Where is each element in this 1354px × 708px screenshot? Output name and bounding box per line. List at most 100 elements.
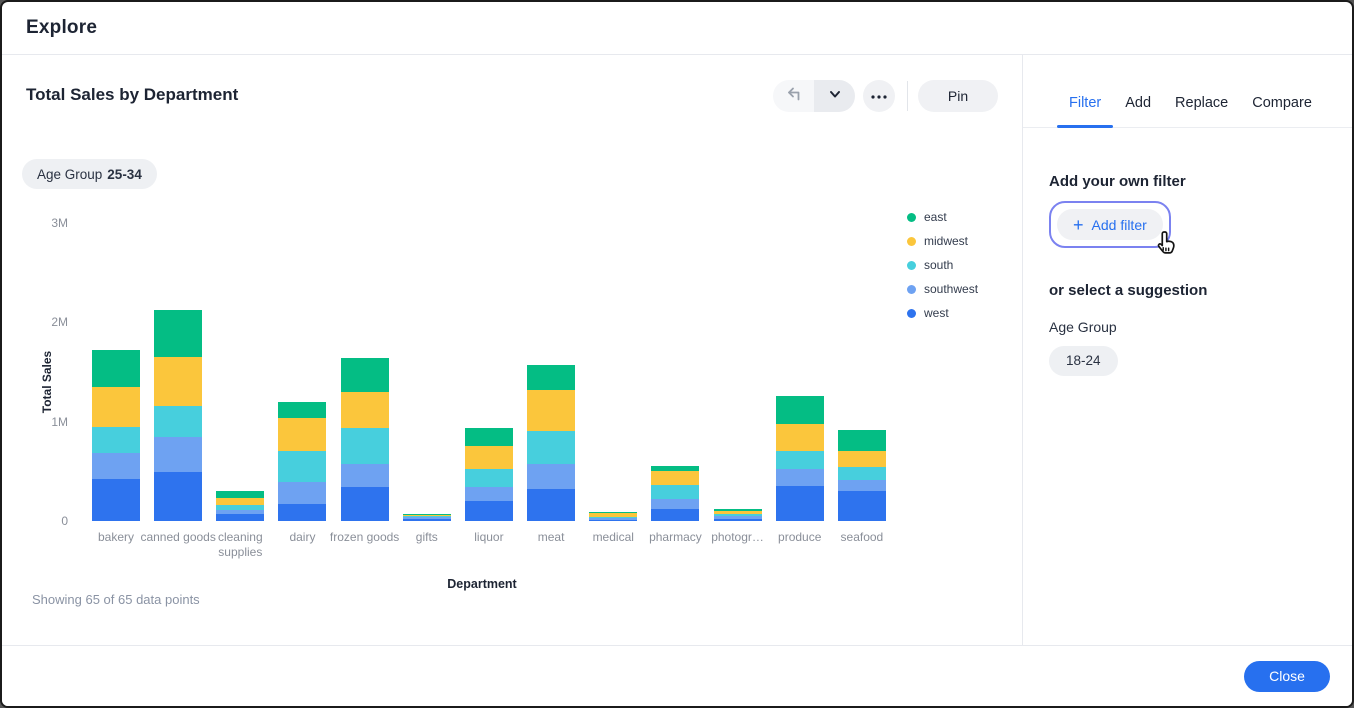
legend-label: east	[924, 210, 947, 224]
bar-segment-east[interactable]	[92, 350, 140, 387]
close-button[interactable]: Close	[1244, 661, 1330, 692]
bar-segment-south[interactable]	[341, 428, 389, 465]
legend-dot	[907, 213, 916, 222]
legend-item-midwest[interactable]: midwest	[907, 229, 978, 253]
bar-segment-west[interactable]	[714, 519, 762, 521]
filter-panel: Filter Add Replace Compare Add your own …	[1022, 55, 1354, 649]
bar-segment-south[interactable]	[838, 467, 886, 480]
legend-label: midwest	[924, 234, 968, 248]
bar-segment-southwest[interactable]	[838, 480, 886, 491]
bar-stack	[465, 428, 513, 521]
bar-segment-south[interactable]	[278, 451, 326, 483]
bar-segment-east[interactable]	[776, 396, 824, 424]
bar-segment-southwest[interactable]	[341, 464, 389, 487]
bar-segment-west[interactable]	[465, 501, 513, 521]
legend-item-west[interactable]: west	[907, 301, 978, 325]
chart-area: Total Sales by Department	[2, 55, 1022, 649]
bar-segment-midwest[interactable]	[465, 446, 513, 470]
bar-segment-southwest[interactable]	[154, 437, 202, 473]
bar-segment-midwest[interactable]	[278, 418, 326, 451]
suggestion-attribute: Age Group	[1049, 319, 1328, 335]
add-filter-button[interactable]: + Add filter	[1057, 209, 1163, 240]
add-filter-focus-ring: + Add filter	[1049, 201, 1171, 248]
bar-stack	[403, 514, 451, 521]
bar-bakery[interactable]: bakery	[92, 223, 140, 521]
bar-segment-south[interactable]	[92, 427, 140, 454]
bar-segment-southwest[interactable]	[465, 487, 513, 501]
bar-segment-midwest[interactable]	[527, 390, 575, 431]
explore-dialog: Explore Total Sales by Department	[0, 0, 1354, 708]
x-tick-label: seafood	[822, 530, 902, 545]
bar-segment-midwest[interactable]	[154, 357, 202, 406]
bar-segment-west[interactable]	[216, 514, 264, 521]
bar-segment-south[interactable]	[465, 469, 513, 487]
bar-segment-southwest[interactable]	[651, 499, 699, 509]
y-tick-label: 2M	[20, 315, 68, 329]
bar-seafood[interactable]: seafood	[838, 223, 886, 521]
add-filter-label: Add filter	[1092, 217, 1147, 233]
bar-segment-midwest[interactable]	[341, 392, 389, 428]
chart-legend: east midwest south southwest west	[907, 205, 978, 325]
bar-segment-south[interactable]	[651, 485, 699, 499]
legend-dot	[907, 261, 916, 270]
bar-segment-west[interactable]	[92, 479, 140, 521]
bar-stack	[216, 491, 264, 521]
bar-segment-midwest[interactable]	[92, 387, 140, 427]
bar-segment-midwest[interactable]	[216, 498, 264, 505]
bar-segment-southwest[interactable]	[92, 453, 140, 479]
bar-segment-west[interactable]	[527, 489, 575, 521]
dialog-header: Explore	[2, 2, 1352, 55]
bar-segment-east[interactable]	[527, 365, 575, 390]
bar-medical[interactable]: medical	[589, 223, 637, 521]
bar-segment-east[interactable]	[465, 428, 513, 446]
bar-produce[interactable]: produce	[776, 223, 824, 521]
bar-segment-south[interactable]	[154, 406, 202, 437]
bar-segment-west[interactable]	[589, 520, 637, 521]
y-tick-label: 3M	[20, 216, 68, 230]
bar-gifts[interactable]: gifts	[403, 223, 451, 521]
suggestion-chip[interactable]: 18-24	[1049, 346, 1118, 376]
tab-compare[interactable]: Compare	[1240, 95, 1324, 127]
bar-frozen-goods[interactable]: frozen goods	[341, 223, 389, 521]
legend-label: southwest	[924, 282, 978, 296]
bar-stack	[838, 430, 886, 521]
bar-pharmacy[interactable]: pharmacy	[651, 223, 699, 521]
bar-segment-east[interactable]	[838, 430, 886, 451]
legend-dot	[907, 309, 916, 318]
tab-add[interactable]: Add	[1113, 95, 1163, 127]
bar-segment-west[interactable]	[651, 509, 699, 521]
bar-meat[interactable]: meat	[527, 223, 575, 521]
bar-segment-west[interactable]	[403, 519, 451, 521]
bar-cleaning-supplies[interactable]: cleaning supplies	[216, 223, 264, 521]
bar-segment-west[interactable]	[838, 491, 886, 521]
legend-item-east[interactable]: east	[907, 205, 978, 229]
bar-segment-west[interactable]	[278, 504, 326, 521]
legend-item-southwest[interactable]: southwest	[907, 277, 978, 301]
bar-segment-east[interactable]	[278, 402, 326, 418]
bar-segment-east[interactable]	[154, 310, 202, 357]
bar-segment-south[interactable]	[527, 431, 575, 465]
bar-stack	[714, 509, 762, 521]
bar-segment-west[interactable]	[341, 487, 389, 521]
bar-segment-west[interactable]	[776, 486, 824, 521]
legend-item-south[interactable]: south	[907, 253, 978, 277]
bar-segment-west[interactable]	[154, 472, 202, 521]
bar-photogr-[interactable]: photogr…	[714, 223, 762, 521]
bar-liquor[interactable]: liquor	[465, 223, 513, 521]
tab-filter[interactable]: Filter	[1057, 95, 1113, 127]
bar-dairy[interactable]: dairy	[278, 223, 326, 521]
bar-segment-midwest[interactable]	[838, 451, 886, 468]
bar-segment-southwest[interactable]	[527, 464, 575, 489]
bar-segment-midwest[interactable]	[651, 471, 699, 485]
panel-tabs: Filter Add Replace Compare	[1023, 55, 1354, 128]
bar-segment-southwest[interactable]	[776, 469, 824, 486]
bar-segment-midwest[interactable]	[776, 424, 824, 451]
bar-segment-southwest[interactable]	[278, 482, 326, 504]
legend-dot	[907, 285, 916, 294]
bar-canned-goods[interactable]: canned goods	[154, 223, 202, 521]
bar-segment-east[interactable]	[341, 358, 389, 392]
tab-replace[interactable]: Replace	[1163, 95, 1240, 127]
bar-stack	[589, 512, 637, 521]
bar-segment-south[interactable]	[776, 451, 824, 470]
y-tick-label: 0	[20, 514, 68, 528]
